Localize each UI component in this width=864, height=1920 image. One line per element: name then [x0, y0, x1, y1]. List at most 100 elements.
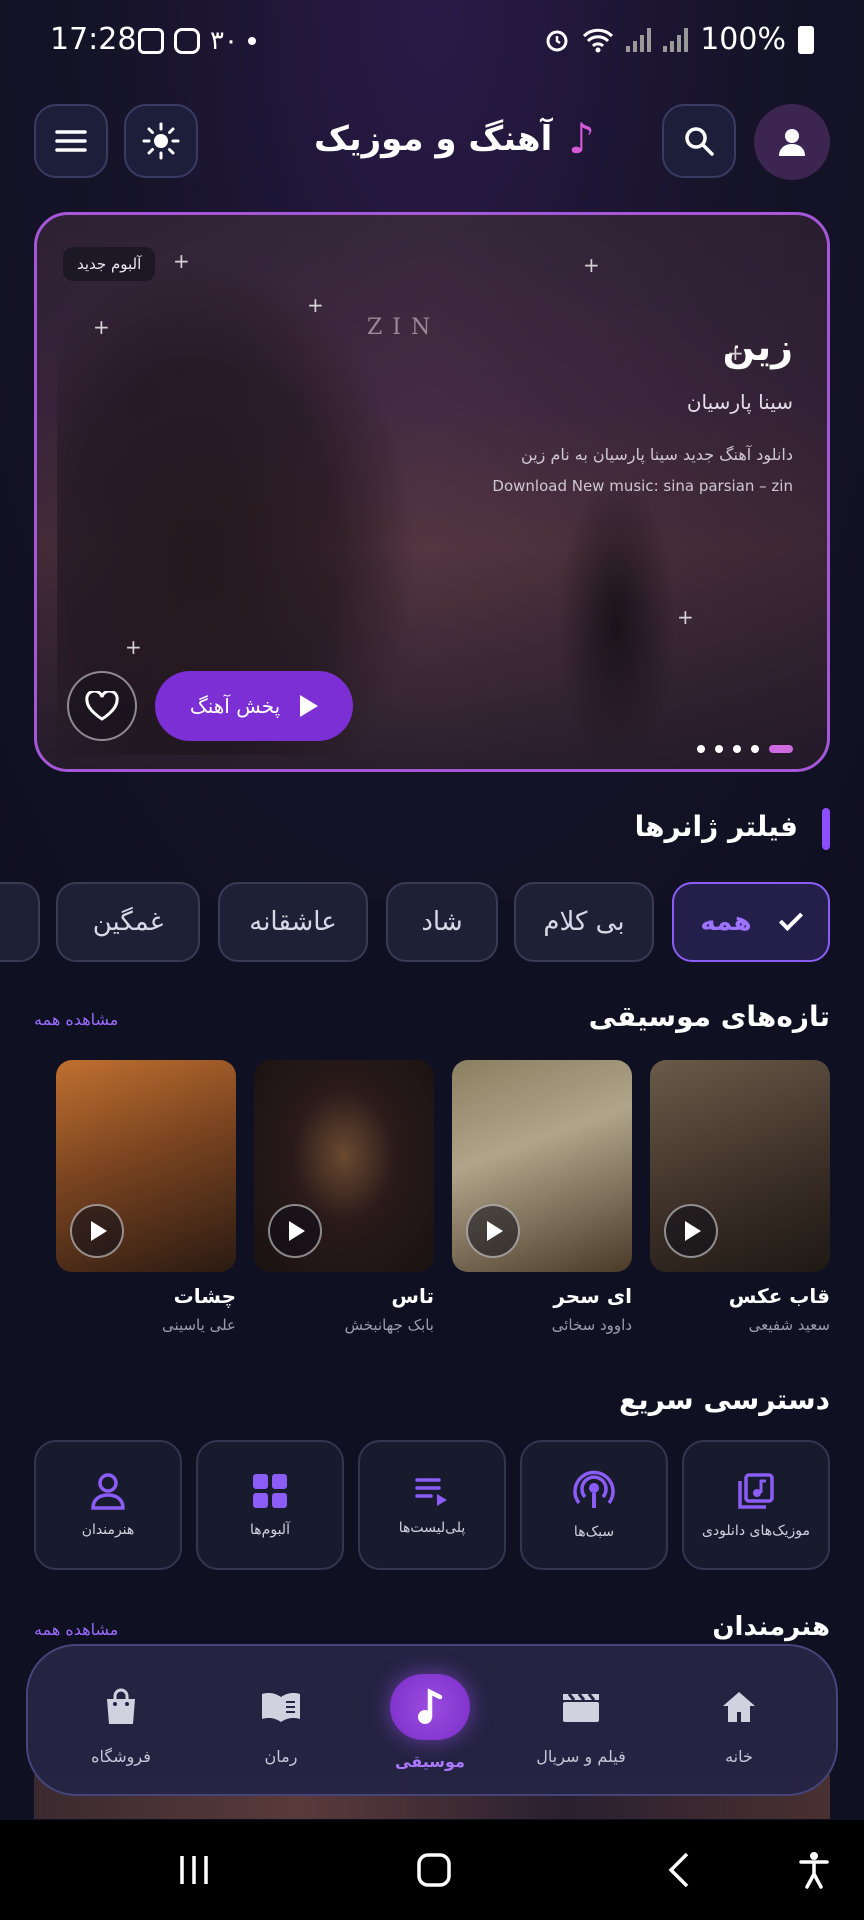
- card-play-button[interactable]: [466, 1204, 520, 1258]
- playlist-icon: [415, 1478, 447, 1506]
- quick-label: موزیک‌های دانلودی: [701, 1523, 811, 1539]
- nav-movies[interactable]: فیلم و سریال: [506, 1646, 656, 1798]
- new-music-see-all-link[interactable]: مشاهده همه: [34, 1010, 118, 1029]
- favorite-button[interactable]: [67, 671, 137, 741]
- quick-label: سبک‌ها: [573, 1524, 615, 1540]
- theme-toggle-button[interactable]: [124, 104, 198, 178]
- sparkle-icon: +: [125, 635, 142, 659]
- nav-label: فروشگاه: [91, 1746, 151, 1766]
- battery-percent: 100%: [700, 22, 786, 57]
- quick-artists[interactable]: هنرمندان: [34, 1440, 182, 1570]
- card-artist: علی یاسینی: [161, 1316, 236, 1334]
- artists-see-all-link[interactable]: مشاهده همه: [34, 1620, 118, 1639]
- genre-chip-happy[interactable]: شاد: [386, 882, 498, 962]
- search-button[interactable]: [662, 104, 736, 178]
- person-icon: [91, 1473, 125, 1510]
- quick-label: پلی‌لیست‌ها: [398, 1520, 466, 1536]
- heart-icon: [85, 691, 119, 721]
- menu-button[interactable]: [34, 104, 108, 178]
- carousel-dot-active[interactable]: [769, 745, 793, 753]
- quick-albums[interactable]: آلبوم‌ها: [196, 1440, 344, 1570]
- nav-novels[interactable]: رمان: [206, 1646, 356, 1798]
- carousel-dot[interactable]: [715, 745, 723, 753]
- nav-icon-wrap: [390, 1673, 470, 1740]
- battery-icon: [798, 25, 814, 54]
- carousel-dot[interactable]: [697, 745, 705, 753]
- new-album-badge: آلبوم جدید: [63, 247, 156, 281]
- card-play-button[interactable]: [268, 1204, 322, 1258]
- music-note-logo-icon: ♪: [568, 114, 596, 163]
- nav-label: خانه: [725, 1746, 753, 1766]
- signal-icon: [626, 27, 652, 52]
- new-music-title: تازه‌های موسیقی: [588, 1000, 830, 1033]
- quick-genres[interactable]: سبک‌ها: [520, 1440, 668, 1570]
- album-cover: [452, 1060, 632, 1272]
- carousel-dot[interactable]: [733, 745, 741, 753]
- nav-shop[interactable]: فروشگاه: [46, 1646, 196, 1798]
- play-icon: [91, 1221, 107, 1241]
- music-card[interactable]: ای سحر داوود سخائی: [452, 1060, 632, 1334]
- chip-label: بی کلام: [543, 907, 625, 937]
- sparkle-icon: +: [583, 253, 600, 277]
- play-icon: [289, 1221, 305, 1241]
- genre-chip-all[interactable]: همه: [672, 882, 830, 962]
- quick-playlists[interactable]: پلی‌لیست‌ها: [358, 1440, 506, 1570]
- album-cover: [650, 1060, 830, 1272]
- bottom-navigation: خانه فیلم و سریال موسیقی رمان فروشگاه: [26, 1644, 838, 1796]
- quick-access-grid: موزیک‌های دانلودی سبک‌ها پلی‌لیست‌ها آلب…: [34, 1440, 830, 1570]
- music-note-icon: [418, 1687, 443, 1724]
- hero-description-en: Download New music: sina parsian – zin: [492, 477, 793, 495]
- back-button[interactable]: [654, 1850, 702, 1890]
- genre-chip-instrumental[interactable]: بی کلام: [514, 882, 654, 962]
- status-bar: 17:28 ۳۰ 100%: [0, 0, 864, 86]
- back-chevron-icon: [668, 1852, 689, 1888]
- app-logo: ♪ آهنگ و موزیک: [314, 114, 595, 163]
- wifi-icon: [583, 28, 614, 52]
- music-card[interactable]: چشات علی یاسینی: [56, 1060, 236, 1334]
- search-icon: [685, 127, 714, 156]
- more-notifications-dot: [247, 37, 256, 45]
- grid-icon: [253, 1474, 287, 1508]
- check-icon: [778, 906, 803, 932]
- music-card[interactable]: قاب عکس سعید شفیعی: [650, 1060, 830, 1334]
- genre-chip-romantic[interactable]: عاشقانه: [218, 882, 368, 962]
- sun-icon: [142, 122, 180, 160]
- chip-label: همه: [700, 907, 752, 937]
- play-icon: [685, 1221, 701, 1241]
- genre-chip-sad[interactable]: غمگین: [56, 882, 200, 962]
- nav-home[interactable]: خانه: [664, 1646, 814, 1798]
- hero-art-text: ZIN: [367, 315, 441, 340]
- quick-label: هنرمندان: [81, 1522, 135, 1538]
- accessibility-icon: [799, 1852, 829, 1889]
- music-card[interactable]: تاس بابک جهانبخش: [254, 1060, 434, 1334]
- card-play-button[interactable]: [664, 1204, 718, 1258]
- play-icon: [300, 695, 319, 717]
- quick-downloaded-music[interactable]: موزیک‌های دانلودی: [682, 1440, 830, 1570]
- carousel-dot[interactable]: [751, 745, 759, 753]
- recent-apps-button[interactable]: [170, 1850, 218, 1890]
- profile-avatar-button[interactable]: [754, 104, 830, 180]
- play-song-button[interactable]: پخش آهنگ: [155, 671, 353, 741]
- hero-banner[interactable]: ZIN + + + + + + + آلبوم جدید زین سینا پا…: [34, 212, 830, 772]
- home-button[interactable]: [410, 1850, 458, 1890]
- hero-title: زین: [722, 325, 793, 369]
- genre-chips: همه بی کلام شاد عاشقانه غمگین: [0, 882, 864, 962]
- genre-filter-title: فیلتر ژانرها: [634, 810, 798, 843]
- sparkle-icon: +: [173, 249, 190, 273]
- nav-music[interactable]: موسیقی: [355, 1646, 505, 1798]
- card-play-button[interactable]: [70, 1204, 124, 1258]
- home-square-icon: [417, 1853, 451, 1887]
- app-title: آهنگ و موزیک: [314, 118, 553, 159]
- instagram-icon: [174, 28, 200, 54]
- nav-label: رمان: [264, 1746, 298, 1766]
- chip-label: عاشقانه: [249, 907, 337, 937]
- genre-chip-more[interactable]: [0, 882, 40, 962]
- card-title: تاس: [391, 1284, 434, 1308]
- album-cover: [254, 1060, 434, 1272]
- accessibility-button[interactable]: [790, 1850, 838, 1890]
- hero-description: دانلود آهنگ جدید سینا پارسیان به نام زین: [521, 445, 793, 464]
- card-artist: بابک جهانبخش: [344, 1316, 434, 1334]
- quick-label: آلبوم‌ها: [250, 1522, 290, 1538]
- new-music-carousel: قاب عکس سعید شفیعی ای سحر داوود سخائی تا…: [0, 1060, 864, 1350]
- system-navigation-bar: [0, 1820, 864, 1920]
